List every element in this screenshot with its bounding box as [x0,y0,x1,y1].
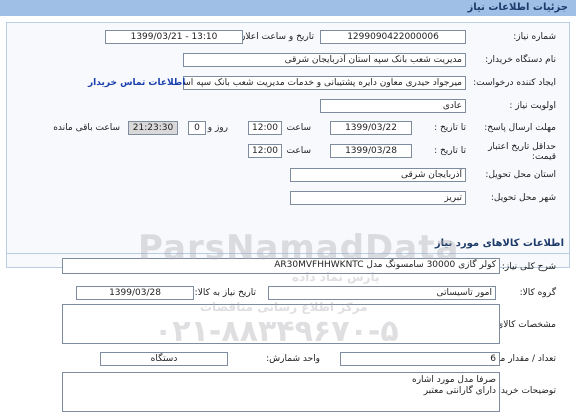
page-header: جزئیات اطلاعات نیاز [0,0,576,16]
need-number-label: شماره نیاز: [513,32,556,42]
unit-label: واحد شمارش: [266,354,320,364]
need-number-field: 1299090422000006 [320,30,466,44]
goods-section-divider [6,253,570,254]
min-validity-date: 1399/03/28 [330,144,412,158]
reply-day-label: روز و [207,123,228,133]
priority-label: اولویت نیاز : [509,101,556,111]
min-validity-label: حداقل تاریخ اعتبار قیمت: [488,142,556,162]
announce-datetime-field: 1399/03/21 - 13:10 [105,30,243,44]
delivery-province-label: استان محل تحویل: [485,170,556,180]
buyer-notes-line-1: صرفا مدل مورد اشاره [412,375,496,385]
goods-spec-field [62,304,500,344]
quantity-field: 6 [340,352,500,366]
reply-deadline-time-label: ساعت [286,123,312,133]
reply-deadline-label: مهلت ارسال پاسخ: [484,123,556,133]
reply-deadline-to-date: تا تاریخ : [434,123,466,133]
delivery-province-field: آذربایجان شرقی [290,168,466,182]
buyer-contact-link[interactable]: اطلاعات تماس خریدار [88,78,185,88]
requester-label: ایجاد کننده درخواست: [473,78,556,88]
buyer-org-field: مدیریت شعب بانک سپه استان آذربایجان شرقی [183,53,466,67]
remaining-time-field: 21:23:30 [128,121,178,135]
reply-deadline-date: 1399/03/22 [330,121,412,135]
unit-field: دستگاه [100,352,228,366]
delivery-city-field: تبریز [290,191,466,205]
goods-section-header: اطلاعات کالاهای مورد نیاز [6,236,570,252]
general-desc-field: کولر گازی 30000 سامسونگ مدل AR30MVFHHWKN… [62,258,500,274]
reply-days-field: 0 [188,121,206,135]
min-validity-to-date: تا تاریخ : [434,146,466,156]
delivery-city-label: شهر محل تحویل: [490,193,556,203]
buyer-notes-line-2: دارای گارانتی معتبر [423,386,496,396]
requester-field: میرجواد حیدری معاون دایره پشتیبانی و خدم… [183,76,466,90]
buyer-notes-field: صرفا مدل مورد اشاره دارای گارانتی معتبر [62,372,500,412]
reply-deadline-time: 12:00 [248,121,282,135]
goods-section-title: اطلاعات کالاهای مورد نیاز [434,238,564,249]
buyer-org-label: نام دستگاه خریدار: [485,55,556,65]
page-title: جزئیات اطلاعات نیاز [467,2,568,13]
need-date-label: تاریخ نیاز به کالا: [194,288,256,298]
priority-field: عادی [320,99,466,113]
goods-group-field: امور تاسیساتی [268,286,496,300]
buyer-notes-label: توضیحات خریدار: [490,386,556,396]
min-validity-time-label: ساعت [286,146,312,156]
goods-group-label: گروه کالا: [519,288,556,298]
remaining-time-label: ساعت باقی مانده [53,123,120,133]
need-date-field: 1399/03/28 [76,286,194,300]
general-desc-label: شرح کلی نیاز: [501,262,556,272]
min-validity-time: 12:00 [248,144,282,158]
